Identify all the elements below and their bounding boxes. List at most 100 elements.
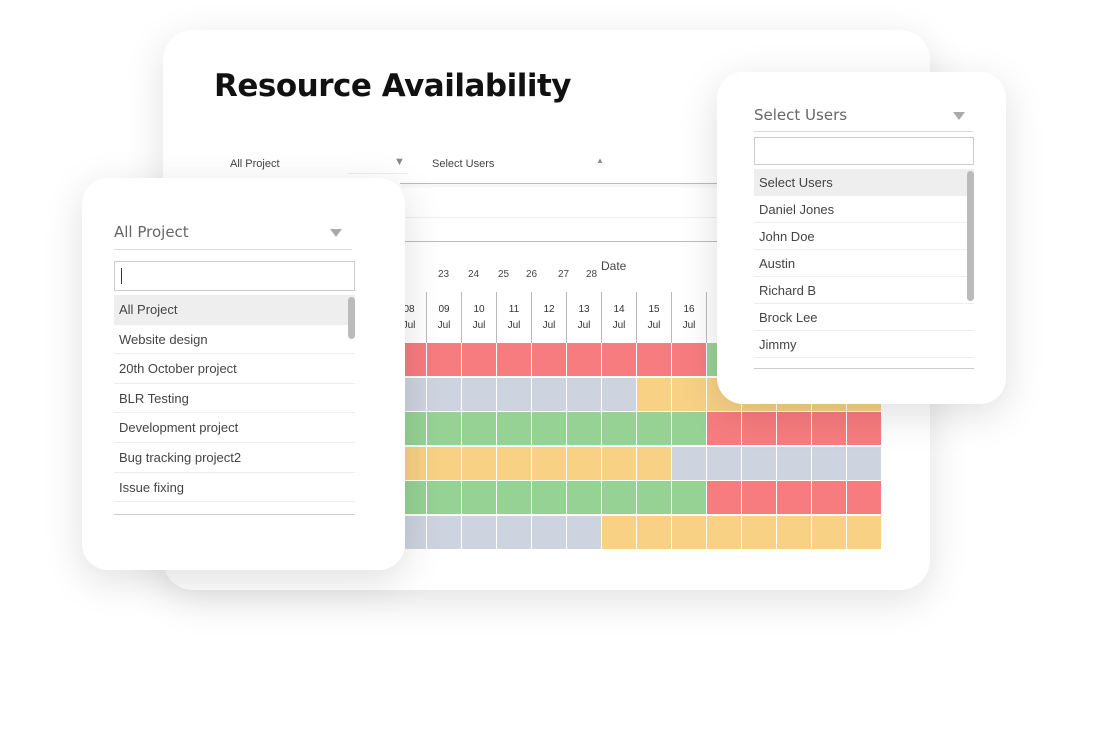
dropdown-option[interactable]: Issue fixing [114, 473, 355, 503]
availability-cell-partial[interactable] [637, 515, 671, 549]
availability-cell-busy[interactable] [742, 412, 776, 445]
project-dropdown-header[interactable]: All Project [114, 223, 352, 250]
availability-cell-available[interactable] [602, 481, 636, 514]
availability-cell-partial[interactable] [847, 515, 881, 549]
dropdown-option[interactable]: Jimmy [754, 331, 974, 358]
availability-cell-busy[interactable] [777, 412, 811, 445]
chevron-up-icon[interactable]: ▲ [596, 156, 604, 165]
availability-cell-busy[interactable] [427, 343, 461, 376]
availability-cell-busy[interactable] [742, 481, 776, 514]
dropdown-option[interactable]: 20th October project [114, 354, 355, 384]
availability-cell-unassigned[interactable] [602, 377, 636, 411]
availability-cell-unassigned[interactable] [812, 446, 846, 480]
availability-cell-busy[interactable] [532, 343, 566, 376]
availability-cell-busy[interactable] [497, 343, 531, 376]
users-filter[interactable]: Select Users [432, 158, 494, 170]
availability-cell-partial[interactable] [777, 515, 811, 549]
availability-cell-partial[interactable] [672, 377, 706, 411]
users-dropdown-header[interactable]: Select Users [754, 106, 973, 132]
availability-cell-available[interactable] [602, 412, 636, 445]
availability-cell-available[interactable] [427, 481, 461, 514]
scrollbar[interactable] [348, 297, 355, 339]
availability-cell-unassigned[interactable] [497, 377, 531, 411]
availability-cell-partial[interactable] [567, 446, 601, 480]
availability-cell-busy[interactable] [777, 481, 811, 514]
dropdown-option[interactable]: Development project [114, 413, 355, 443]
availability-cell-busy[interactable] [672, 343, 706, 376]
availability-cell-unassigned[interactable] [777, 446, 811, 480]
availability-cell-available[interactable] [532, 412, 566, 445]
dropdown-option[interactable]: Bug tracking project2 [114, 443, 355, 473]
availability-cell-busy[interactable] [812, 481, 846, 514]
availability-cell-available[interactable] [427, 412, 461, 445]
dropdown-option[interactable]: BLR Testing [114, 384, 355, 414]
project-filter[interactable]: All Project [230, 158, 280, 170]
availability-cell-unassigned[interactable] [405, 515, 426, 549]
availability-cell-busy[interactable] [462, 343, 496, 376]
availability-cell-available[interactable] [405, 481, 426, 514]
dropdown-option[interactable]: Richard B [754, 277, 974, 304]
availability-cell-unassigned[interactable] [532, 377, 566, 411]
availability-cell-busy[interactable] [812, 412, 846, 445]
availability-cell-unassigned[interactable] [497, 515, 531, 549]
availability-cell-unassigned[interactable] [567, 515, 601, 549]
scrollbar[interactable] [967, 171, 974, 301]
availability-cell-available[interactable] [532, 481, 566, 514]
availability-cell-unassigned[interactable] [427, 377, 461, 411]
availability-cell-available[interactable] [672, 481, 706, 514]
availability-cell-partial[interactable] [602, 446, 636, 480]
availability-cell-unassigned[interactable] [742, 446, 776, 480]
dropdown-option[interactable]: Website design [114, 325, 355, 355]
availability-cell-available[interactable] [462, 481, 496, 514]
availability-cell-partial[interactable] [532, 446, 566, 480]
availability-cell-unassigned[interactable] [532, 515, 566, 549]
availability-cell-partial[interactable] [427, 446, 461, 480]
availability-cell-unassigned[interactable] [405, 377, 426, 411]
availability-cell-partial[interactable] [707, 515, 741, 549]
availability-cell-partial[interactable] [405, 446, 426, 480]
availability-cell-busy[interactable] [707, 412, 741, 445]
availability-cell-partial[interactable] [637, 377, 671, 411]
availability-cell-available[interactable] [637, 481, 671, 514]
dropdown-option[interactable]: Brock Lee [754, 304, 974, 331]
availability-cell-available[interactable] [567, 412, 601, 445]
dropdown-option[interactable]: Select Users [754, 169, 974, 196]
project-search-input[interactable] [114, 261, 355, 291]
availability-cell-busy[interactable] [405, 343, 426, 376]
availability-cell-partial[interactable] [672, 515, 706, 549]
dropdown-option[interactable]: Austin [754, 250, 974, 277]
availability-cell-partial[interactable] [742, 515, 776, 549]
availability-cell-partial[interactable] [812, 515, 846, 549]
column-day: 11 [508, 304, 520, 315]
availability-cell-unassigned[interactable] [567, 377, 601, 411]
availability-cell-available[interactable] [567, 481, 601, 514]
availability-cell-unassigned[interactable] [462, 515, 496, 549]
chevron-down-icon[interactable]: ▼ [394, 156, 405, 168]
availability-cell-unassigned[interactable] [427, 515, 461, 549]
availability-cell-partial[interactable] [497, 446, 531, 480]
availability-cell-partial[interactable] [637, 446, 671, 480]
availability-cell-busy[interactable] [602, 343, 636, 376]
availability-cell-unassigned[interactable] [847, 446, 881, 480]
availability-cell-partial[interactable] [462, 446, 496, 480]
availability-cell-available[interactable] [497, 481, 531, 514]
dropdown-option[interactable]: Daniel Jones [754, 196, 974, 223]
dropdown-option[interactable]: All Project [114, 295, 355, 325]
availability-cell-busy[interactable] [707, 481, 741, 514]
availability-cell-available[interactable] [462, 412, 496, 445]
availability-cell-available[interactable] [672, 412, 706, 445]
availability-cell-busy[interactable] [567, 343, 601, 376]
availability-cell-unassigned[interactable] [672, 446, 706, 480]
users-search-input[interactable] [754, 137, 974, 165]
availability-cell-unassigned[interactable] [707, 446, 741, 480]
availability-cell-available[interactable] [405, 412, 426, 445]
availability-cell-busy[interactable] [637, 343, 671, 376]
availability-cell-available[interactable] [497, 412, 531, 445]
dropdown-option[interactable]: John Doe [754, 223, 974, 250]
availability-cell-busy[interactable] [847, 481, 881, 514]
project-options-list: All Project Website design 20th October pr… [114, 295, 355, 515]
availability-cell-partial[interactable] [602, 515, 636, 549]
availability-cell-unassigned[interactable] [462, 377, 496, 411]
availability-cell-busy[interactable] [847, 412, 881, 445]
availability-cell-available[interactable] [637, 412, 671, 445]
